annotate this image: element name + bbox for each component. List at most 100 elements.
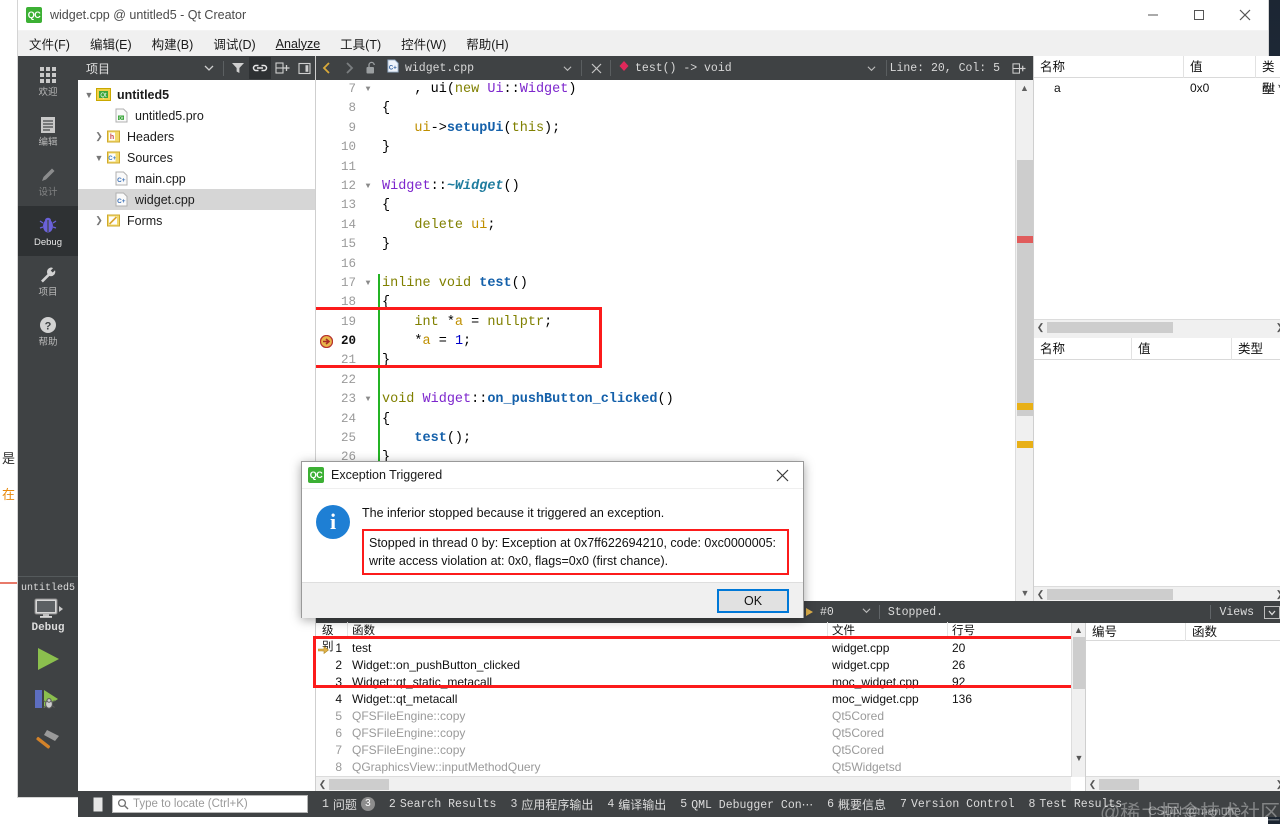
tree-item-headers[interactable]: ❯ h Headers [78,126,315,147]
project-dropdown-icon[interactable] [198,57,220,79]
stack-frame-row[interactable]: 4 Widget::qt_metacall moc_widget.cpp 136 [316,690,1085,707]
scroll-left-arrow-icon[interactable]: ❮ [1086,779,1099,790]
menu-tools[interactable]: 工具(T) [331,31,390,56]
menu-help[interactable]: 帮助(H) [457,31,517,56]
output-pane-qml-debugger-console[interactable]: 5 QML Debugger Con⋯ [680,797,813,812]
tree-item-widget-cpp[interactable]: C+ widget.cpp [78,189,315,210]
code-line[interactable]: 9 ui->setupUi(this); [316,119,1033,138]
views-menu-icon[interactable] [1264,605,1280,619]
code-line[interactable]: 23 ▼ void Widget::on_pushButton_clicked() [316,390,1033,410]
code-line[interactable]: 11 [316,158,1033,177]
ok-button[interactable]: OK [717,588,789,613]
chevron-down-icon[interactable]: ▼ [92,153,106,163]
fold-marker-icon[interactable]: ▼ [362,274,374,293]
split-editor-icon[interactable] [1008,57,1030,79]
stack-frame-row[interactable]: 2 Widget::on_pushButton_clicked widget.cpp… [316,656,1085,673]
chevron-down-icon[interactable] [556,57,578,79]
open-documents-combo[interactable]: C+ widget.cpp [382,59,478,77]
code-line[interactable]: 16 [316,255,1033,274]
scroll-right-arrow-icon[interactable]: ❯ [1273,779,1280,790]
fold-marker-icon[interactable]: ▼ [362,390,374,409]
scroll-up-arrow-icon[interactable]: ▲ [1016,80,1033,96]
close-sidebar-icon[interactable] [293,57,315,79]
filter-icon[interactable] [227,57,249,79]
scroll-down-arrow-icon[interactable]: ▼ [1072,753,1086,763]
mode-debug[interactable]: Debug [18,206,78,256]
hammer-icon[interactable] [33,728,63,759]
output-pane-general-messages[interactable]: 6 概要信息 [827,796,886,813]
code-line[interactable]: 17 ▼ inline void test() [316,273,1033,294]
stack-frame-row[interactable]: 7 QFSFileEngine::copy Qt5Cored [316,741,1085,758]
mode-design[interactable]: 设计 [18,156,78,206]
views-label[interactable]: Views [1219,606,1254,619]
tree-item-forms[interactable]: ❯ Forms [78,210,315,231]
locals-col-value[interactable]: 值 [1184,55,1256,78]
output-pane-compile-output[interactable]: 4 编译输出 [607,796,666,813]
nav-back-icon[interactable] [316,57,338,79]
chevron-down-icon[interactable] [862,606,871,619]
stack-col-function[interactable]: 函数 [348,622,828,638]
scroll-down-arrow-icon[interactable]: ▼ [1016,585,1034,601]
mode-projects[interactable]: 项目 [18,256,78,306]
scroll-right-arrow-icon[interactable]: ❯ [1273,322,1280,333]
menu-widgets[interactable]: 控件(W) [392,31,455,56]
menu-edit[interactable]: 编辑(E) [81,31,141,56]
scrollbar-thumb[interactable] [1017,160,1033,416]
stack-col-level[interactable]: 级别 [316,622,348,653]
chevron-down-icon[interactable]: ▼ [82,90,96,100]
scroll-up-arrow-icon[interactable]: ▲ [1072,623,1085,637]
bp-hscroll-thumb[interactable] [1099,778,1139,790]
stack-hscrollbar[interactable]: ❮ [316,776,1071,791]
code-line[interactable]: 25 test(); [316,429,1033,449]
locals-col-type[interactable]: 类型 [1256,56,1280,96]
toggle-sidebar-icon[interactable] [84,795,106,813]
menu-analyze[interactable]: Analyze [267,34,329,54]
expressions-hscrollbar[interactable]: ❮ ❯ [1034,586,1280,601]
stack-col-file[interactable]: 文件 [828,622,948,638]
menu-file[interactable]: 文件(F) [20,31,79,56]
code-line[interactable]: 12 ▼ Widget::~Widget() [316,177,1033,196]
chevron-right-icon[interactable]: ❯ [92,215,106,226]
close-icon[interactable] [761,462,803,489]
output-pane-problems[interactable]: 1 问题 3 [322,796,375,813]
minimize-button[interactable] [1130,0,1176,31]
code-line[interactable]: 19 int *a = nullptr; [316,312,1033,333]
code-line[interactable]: 8{ [316,99,1033,118]
expr-col-name[interactable]: 名称 [1034,337,1132,360]
expressions-hscroll-thumb[interactable] [1047,588,1173,600]
chevron-down-icon[interactable] [861,57,883,79]
fold-marker-icon[interactable]: ▼ [362,177,374,196]
symbol-combo[interactable]: test() -> void [614,60,736,76]
stack-col-line[interactable]: 行号 [948,622,988,638]
bp-col-number[interactable]: 编号 [1086,622,1186,641]
menu-build[interactable]: 构建(B) [143,31,203,56]
breakpoints-hscrollbar[interactable]: ❮ ❯ [1086,776,1280,791]
start-debug-icon[interactable] [32,687,64,718]
output-pane-version-control[interactable]: 7 Version Control [900,798,1014,811]
stack-hscroll-thumb[interactable] [329,778,389,790]
code-line[interactable]: 21} [316,351,1033,371]
stack-frame-row[interactable]: 8 QGraphicsView::inputMethodQuery Qt5Widge… [316,758,1085,775]
scroll-left-arrow-icon[interactable]: ❮ [316,779,329,790]
split-add-icon[interactable] [271,57,293,79]
stack-frame-row[interactable]: 3 Widget::qt_static_metacall moc_widget.cp… [316,673,1085,690]
tree-item-untitled5[interactable]: ▼ Qt untitled5 [78,84,315,105]
search-input[interactable]: Type to locate (Ctrl+K) [112,795,308,813]
editor-scrollbar[interactable]: ▲ ▼ [1015,80,1033,601]
tree-item-main-cpp[interactable]: C+ main.cpp [78,168,315,189]
code-line[interactable]: 10} [316,138,1033,157]
nav-forward-icon[interactable] [338,57,360,79]
locals-row[interactable]: a 0x0 int * [1034,78,1280,98]
close-document-icon[interactable] [585,57,607,79]
stack-frame-row[interactable]: 1 test widget.cpp 20 [316,639,1085,656]
stack-vscrollbar[interactable]: ▲ ▼ [1071,623,1085,777]
thread-selector[interactable]: #0 [820,606,834,619]
code-line[interactable]: 24 { [316,409,1033,430]
code-line[interactable]: 15} [316,235,1033,254]
mode-help[interactable]: ? 帮助 [18,306,78,356]
tree-item-sources[interactable]: ▼ C+ Sources [78,147,315,168]
output-pane-test-results[interactable]: 8 Test Results [1028,798,1122,811]
kit-selector[interactable]: untitled5 Debug [18,577,78,634]
code-line[interactable]: 20 *a = 1; [316,332,1033,352]
code-line[interactable]: 13 { [316,196,1033,215]
